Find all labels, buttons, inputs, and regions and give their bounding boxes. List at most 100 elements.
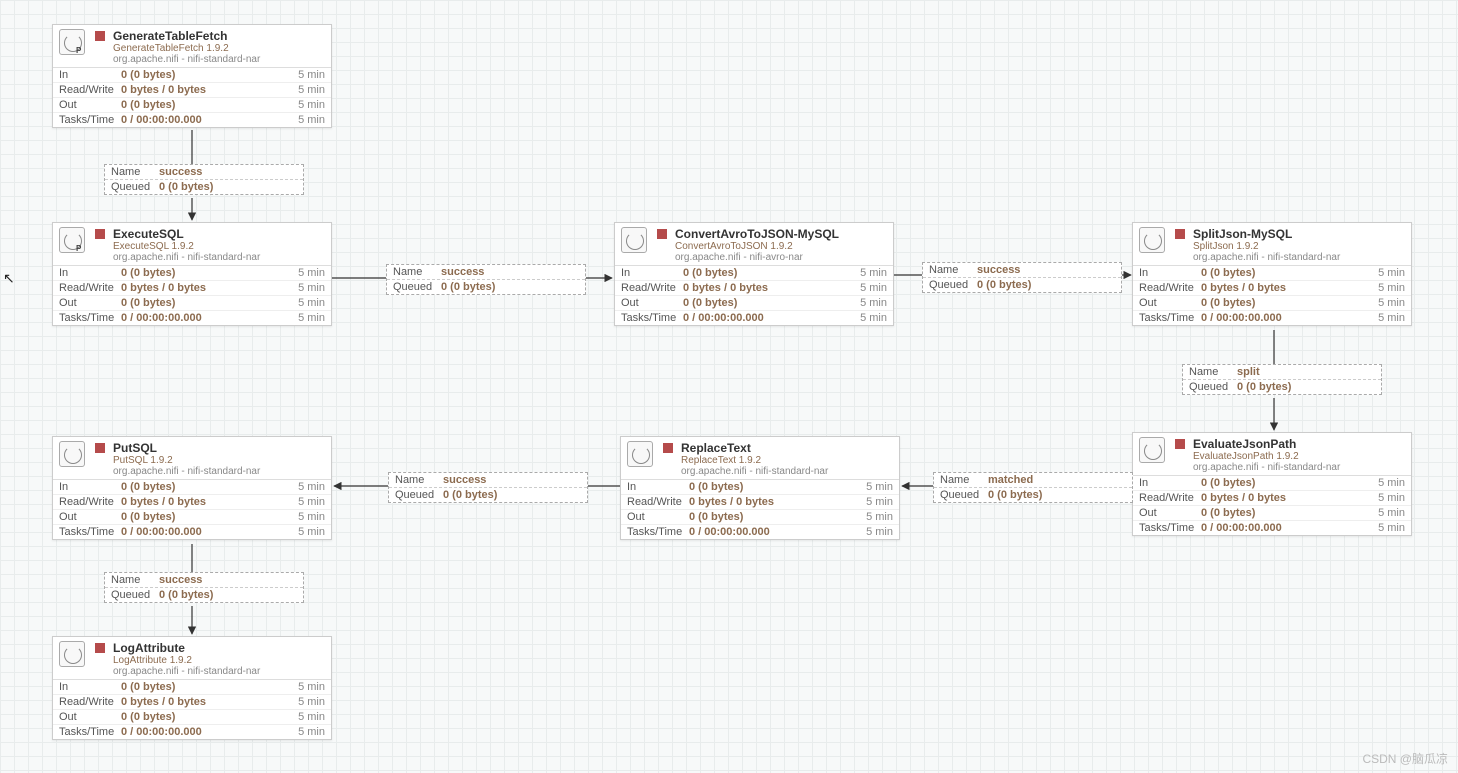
processor-type: ConvertAvroToJSON 1.9.2: [675, 241, 887, 252]
processor-type: SplitJson 1.9.2: [1193, 241, 1405, 252]
connection-queued-row: Queued0 (0 bytes): [923, 277, 1121, 292]
processor-icon: [59, 441, 85, 467]
connection-success[interactable]: Namesuccess Queued0 (0 bytes): [104, 572, 304, 603]
connection-name-row: Namesuccess: [105, 165, 303, 179]
processor-bundle: org.apache.nifi - nifi-standard-nar: [113, 466, 325, 477]
processor-type: ReplaceText 1.9.2: [681, 455, 893, 466]
stat-readwrite: Read/Write0 bytes / 0 bytes5 min: [53, 82, 331, 97]
connection-split[interactable]: Namesplit Queued0 (0 bytes): [1182, 364, 1382, 395]
stat-in: In0 (0 bytes)5 min: [53, 480, 331, 494]
processor-bundle: org.apache.nifi - nifi-standard-nar: [113, 252, 325, 263]
stat-readwrite: Read/Write0 bytes / 0 bytes5 min: [615, 280, 893, 295]
processor-convertavrotojson-mysql[interactable]: ConvertAvroToJSON-MySQL ConvertAvroToJSO…: [614, 222, 894, 326]
processor-bundle: org.apache.nifi - nifi-standard-nar: [113, 666, 325, 677]
stat-out: Out0 (0 bytes)5 min: [1133, 295, 1411, 310]
stopped-icon: [95, 443, 105, 453]
run-badge: P: [76, 244, 86, 254]
stat-tasks: Tasks/Time0 / 00:00:00.0005 min: [621, 524, 899, 539]
processor-icon: [1139, 437, 1165, 463]
processor-putsql[interactable]: PutSQL PutSQL 1.9.2 org.apache.nifi - ni…: [52, 436, 332, 540]
connection-success[interactable]: Namesuccess Queued0 (0 bytes): [104, 164, 304, 195]
stat-readwrite: Read/Write0 bytes / 0 bytes5 min: [1133, 280, 1411, 295]
connection-matched[interactable]: Namematched Queued0 (0 bytes): [933, 472, 1133, 503]
connection-success[interactable]: Namesuccess Queued0 (0 bytes): [386, 264, 586, 295]
processor-icon: [627, 441, 653, 467]
connection-queued-row: Queued0 (0 bytes): [934, 487, 1132, 502]
processor-bundle: org.apache.nifi - nifi-standard-nar: [113, 54, 325, 65]
processor-bundle: org.apache.nifi - nifi-standard-nar: [1193, 462, 1405, 473]
stat-out: Out0 (0 bytes)5 min: [615, 295, 893, 310]
processor-type: GenerateTableFetch 1.9.2: [113, 43, 325, 54]
stat-tasks: Tasks/Time0 / 00:00:00.0005 min: [1133, 310, 1411, 325]
processor-type: EvaluateJsonPath 1.9.2: [1193, 451, 1405, 462]
stat-out: Out0 (0 bytes)5 min: [53, 709, 331, 724]
stat-out: Out0 (0 bytes)5 min: [53, 509, 331, 524]
connection-name-row: Namesuccess: [387, 265, 585, 279]
processor-name: LogAttribute: [113, 641, 325, 655]
processor-bundle: org.apache.nifi - nifi-avro-nar: [675, 252, 887, 263]
connection-queued-row: Queued0 (0 bytes): [389, 487, 587, 502]
stopped-icon: [657, 229, 667, 239]
stat-tasks: Tasks/Time0 / 00:00:00.0005 min: [615, 310, 893, 325]
watermark: CSDN @脑瓜凉: [1362, 750, 1448, 767]
stopped-icon: [1175, 229, 1185, 239]
processor-icon: [621, 227, 647, 253]
processor-name: ReplaceText: [681, 441, 893, 455]
connection-success[interactable]: Namesuccess Queued0 (0 bytes): [388, 472, 588, 503]
processor-logattribute[interactable]: LogAttribute LogAttribute 1.9.2 org.apac…: [52, 636, 332, 740]
stopped-icon: [95, 31, 105, 41]
stat-out: Out0 (0 bytes)5 min: [621, 509, 899, 524]
stat-in: In0 (0 bytes)5 min: [1133, 476, 1411, 490]
connection-queued-row: Queued0 (0 bytes): [105, 587, 303, 602]
connection-queued-row: Queued0 (0 bytes): [1183, 379, 1381, 394]
stat-readwrite: Read/Write0 bytes / 0 bytes5 min: [53, 280, 331, 295]
stat-in: In0 (0 bytes)5 min: [53, 68, 331, 82]
stat-in: In0 (0 bytes)5 min: [53, 680, 331, 694]
stopped-icon: [95, 643, 105, 653]
connection-name-row: Namesuccess: [105, 573, 303, 587]
processor-icon: [59, 641, 85, 667]
stat-in: In0 (0 bytes)5 min: [53, 266, 331, 280]
processor-name: EvaluateJsonPath: [1193, 437, 1405, 451]
connection-success[interactable]: Namesuccess Queued0 (0 bytes): [922, 262, 1122, 293]
stat-tasks: Tasks/Time0 / 00:00:00.0005 min: [53, 310, 331, 325]
processor-evaluatejsonpath[interactable]: EvaluateJsonPath EvaluateJsonPath 1.9.2 …: [1132, 432, 1412, 536]
stat-in: In0 (0 bytes)5 min: [1133, 266, 1411, 280]
stat-out: Out0 (0 bytes)5 min: [1133, 505, 1411, 520]
processor-replacetext[interactable]: ReplaceText ReplaceText 1.9.2 org.apache…: [620, 436, 900, 540]
cursor-icon: ↖: [3, 270, 15, 287]
processor-icon: [1139, 227, 1165, 253]
processor-bundle: org.apache.nifi - nifi-standard-nar: [1193, 252, 1405, 263]
processor-bundle: org.apache.nifi - nifi-standard-nar: [681, 466, 893, 477]
processor-icon: P: [59, 29, 85, 55]
stopped-icon: [95, 229, 105, 239]
processor-splitjson-mysql[interactable]: SplitJson-MySQL SplitJson 1.9.2 org.apac…: [1132, 222, 1412, 326]
stat-readwrite: Read/Write0 bytes / 0 bytes5 min: [1133, 490, 1411, 505]
connection-name-row: Namesuccess: [923, 263, 1121, 277]
stopped-icon: [663, 443, 673, 453]
processor-type: PutSQL 1.9.2: [113, 455, 325, 466]
stat-in: In0 (0 bytes)5 min: [621, 480, 899, 494]
stat-out: Out0 (0 bytes)5 min: [53, 97, 331, 112]
processor-name: SplitJson-MySQL: [1193, 227, 1405, 241]
processor-icon: P: [59, 227, 85, 253]
stopped-icon: [1175, 439, 1185, 449]
processor-type: ExecuteSQL 1.9.2: [113, 241, 325, 252]
processor-generatetablefetch[interactable]: P GenerateTableFetch GenerateTableFetch …: [52, 24, 332, 128]
connection-name-row: Namematched: [934, 473, 1132, 487]
connection-queued-row: Queued0 (0 bytes): [105, 179, 303, 194]
stat-tasks: Tasks/Time0 / 00:00:00.0005 min: [53, 112, 331, 127]
stat-readwrite: Read/Write0 bytes / 0 bytes5 min: [621, 494, 899, 509]
connection-name-row: Namesplit: [1183, 365, 1381, 379]
connection-name-row: Namesuccess: [389, 473, 587, 487]
stat-tasks: Tasks/Time0 / 00:00:00.0005 min: [53, 724, 331, 739]
processor-executesql[interactable]: P ExecuteSQL ExecuteSQL 1.9.2 org.apache…: [52, 222, 332, 326]
processor-name: GenerateTableFetch: [113, 29, 325, 43]
stat-out: Out0 (0 bytes)5 min: [53, 295, 331, 310]
stat-tasks: Tasks/Time0 / 00:00:00.0005 min: [1133, 520, 1411, 535]
processor-type: LogAttribute 1.9.2: [113, 655, 325, 666]
stat-tasks: Tasks/Time0 / 00:00:00.0005 min: [53, 524, 331, 539]
processor-name: PutSQL: [113, 441, 325, 455]
processor-name: ConvertAvroToJSON-MySQL: [675, 227, 887, 241]
stat-in: In0 (0 bytes)5 min: [615, 266, 893, 280]
